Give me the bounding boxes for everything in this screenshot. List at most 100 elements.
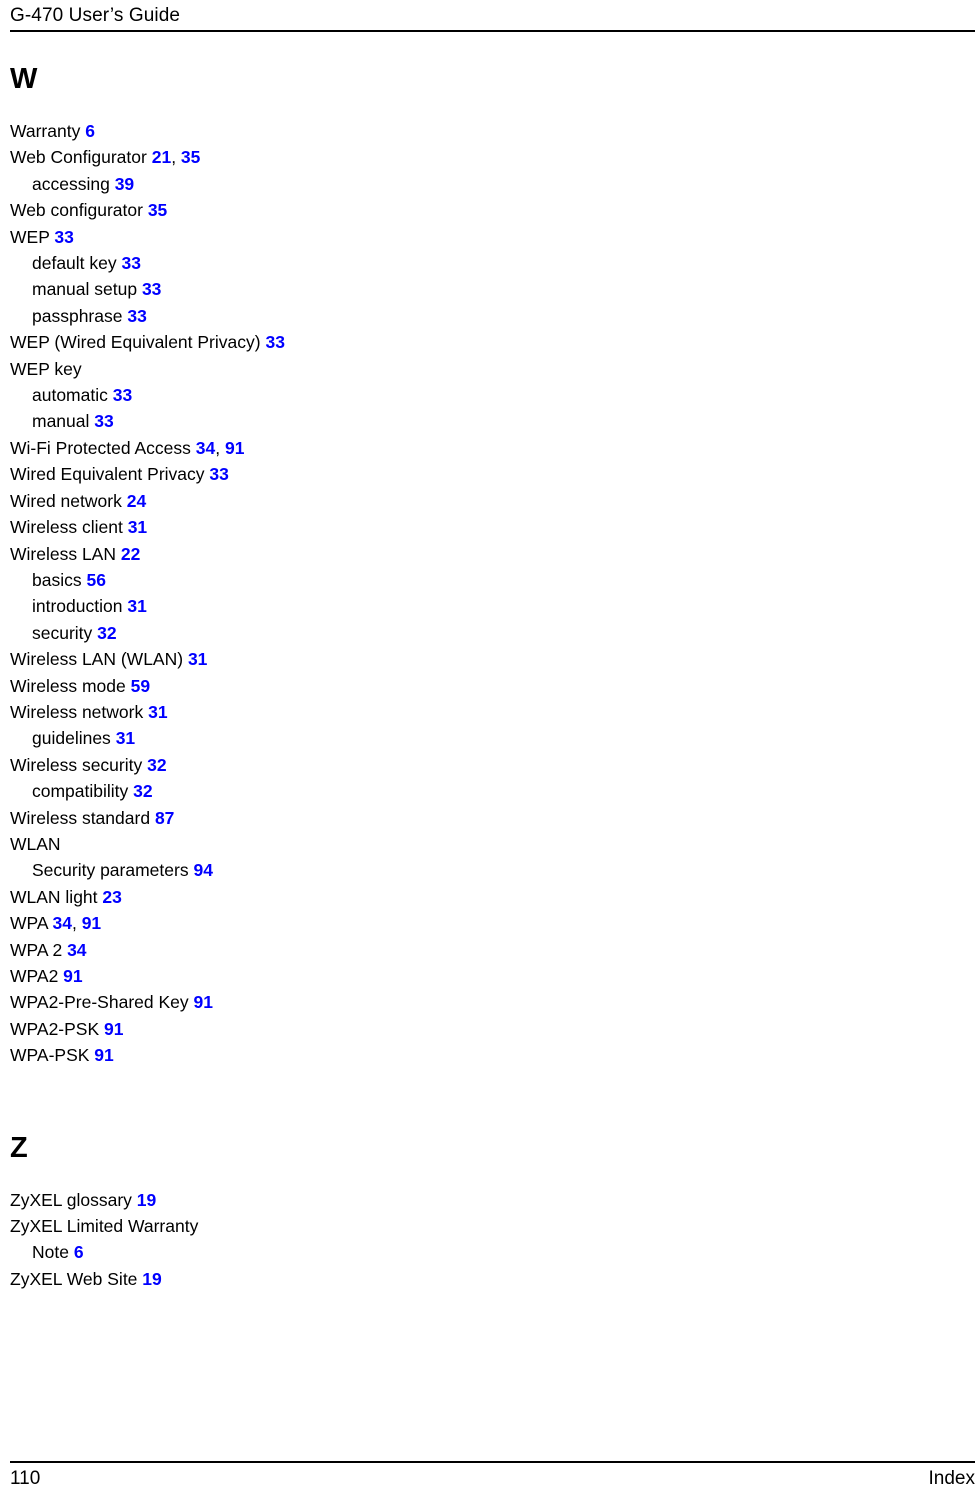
index-page-number[interactable]: 6 bbox=[85, 121, 95, 141]
index-entry-label: Wireless standard bbox=[10, 807, 151, 828]
index-page-number[interactable]: 33 bbox=[113, 385, 132, 405]
index-entry-label: WEP key bbox=[10, 358, 82, 379]
index-page-number[interactable]: 91 bbox=[104, 1019, 123, 1039]
index-entry-label: guidelines bbox=[32, 728, 111, 749]
index-page-number[interactable]: 6 bbox=[74, 1242, 84, 1262]
index-subentry: guidelines 31 bbox=[10, 725, 610, 751]
index-page-number[interactable]: 33 bbox=[54, 227, 73, 247]
index-page-number[interactable]: 91 bbox=[94, 1045, 113, 1065]
index-subentry: manual setup 33 bbox=[10, 276, 610, 302]
page-number-separator: , bbox=[71, 913, 82, 934]
section-letter-heading: W bbox=[10, 63, 38, 95]
index-entry-label: Wireless security bbox=[10, 754, 143, 775]
index-entry: Wired Equivalent Privacy 33 bbox=[10, 461, 610, 487]
index-page-number[interactable]: 33 bbox=[127, 306, 146, 326]
index-entry: Wireless network 31 bbox=[10, 699, 610, 725]
index-entry-label: Wireless LAN bbox=[10, 543, 116, 564]
index-entry: Wi-Fi Protected Access 34, 91 bbox=[10, 435, 610, 461]
index-page-number[interactable]: 91 bbox=[63, 966, 82, 986]
index-page-number[interactable]: 31 bbox=[116, 728, 135, 748]
index-entry: Web configurator 35 bbox=[10, 197, 610, 223]
index-page-number[interactable]: 19 bbox=[142, 1269, 161, 1289]
index-entry: WEP key bbox=[10, 356, 610, 382]
index-subentry: passphrase 33 bbox=[10, 303, 610, 329]
page-number-separator: , bbox=[215, 437, 225, 458]
index-subentry: security 32 bbox=[10, 620, 610, 646]
index-entry-label: Web Configurator bbox=[10, 147, 147, 168]
index-entry-label: WPA 2 bbox=[10, 939, 63, 960]
index-entry-label: WPA-PSK bbox=[10, 1045, 90, 1066]
index-entry: Web Configurator 21, 35 bbox=[10, 144, 610, 170]
index-entry-label: Security parameters bbox=[32, 860, 189, 881]
index-page-number[interactable]: 32 bbox=[133, 781, 152, 801]
index-entry-label: Wireless client bbox=[10, 517, 123, 538]
index-page-number[interactable]: 94 bbox=[193, 860, 212, 880]
index-entry-label: introduction bbox=[32, 596, 123, 617]
index-page-number[interactable]: 33 bbox=[122, 253, 141, 273]
index-page-number[interactable]: 31 bbox=[148, 702, 167, 722]
index-entry: WPA2-PSK 91 bbox=[10, 1016, 610, 1042]
index-entry-label: WLAN bbox=[10, 833, 61, 854]
index-page-number[interactable]: 31 bbox=[128, 517, 147, 537]
index-entry-label: Wired network bbox=[10, 490, 122, 511]
index-page-number[interactable]: 56 bbox=[86, 570, 105, 590]
index-entry: Warranty 6 bbox=[10, 118, 610, 144]
index-page-number[interactable]: 87 bbox=[155, 808, 174, 828]
index-entry-list: ZyXEL glossary 19 ZyXEL Limited Warranty N… bbox=[10, 1187, 610, 1293]
index-entry-label: WPA2 bbox=[10, 966, 59, 986]
index-entry-label: Web configurator bbox=[10, 200, 143, 221]
index-page-number[interactable]: 33 bbox=[94, 411, 113, 431]
index-page-number[interactable]: 33 bbox=[209, 464, 228, 484]
index-subentry: manual 33 bbox=[10, 408, 610, 434]
index-page-number[interactable]: 34 bbox=[196, 438, 215, 458]
index-page-number[interactable]: 31 bbox=[127, 596, 146, 616]
document-title: G-470 User’s Guide bbox=[10, 5, 181, 26]
index-page-number[interactable]: 23 bbox=[102, 887, 121, 907]
index-subentry: basics 56 bbox=[10, 567, 610, 593]
index-page-number[interactable]: 59 bbox=[131, 676, 150, 696]
index-entry: WEP 33 bbox=[10, 224, 610, 250]
index-page-number[interactable]: 91 bbox=[194, 992, 213, 1012]
index-page-number[interactable]: 33 bbox=[265, 332, 284, 352]
page-header: G-470 User’s Guide bbox=[10, 0, 975, 32]
index-page-number[interactable]: 91 bbox=[225, 438, 244, 458]
index-page-number[interactable]: 19 bbox=[137, 1190, 156, 1210]
index-entry-label: Warranty bbox=[10, 121, 81, 141]
index-page-number[interactable]: 91 bbox=[82, 913, 101, 933]
index-page-number[interactable]: 32 bbox=[97, 623, 116, 643]
index-entry: WPA2-Pre-Shared Key 91 bbox=[10, 989, 610, 1015]
index-entry: Wireless LAN 22 bbox=[10, 541, 610, 567]
index-entry: WLAN light 23 bbox=[10, 884, 610, 910]
page-number-separator: , bbox=[171, 147, 181, 168]
footer-section-label: Index bbox=[928, 1468, 975, 1489]
index-entry-label: Note bbox=[32, 1242, 69, 1263]
index-entry: WEP (Wired Equivalent Privacy) 33 bbox=[10, 329, 610, 355]
index-page-number[interactable]: 32 bbox=[147, 755, 166, 775]
index-page-number[interactable]: 33 bbox=[142, 279, 161, 299]
index-entry: Wired network 24 bbox=[10, 488, 610, 514]
index-page-number[interactable]: 35 bbox=[148, 200, 167, 220]
index-page-number[interactable]: 24 bbox=[127, 491, 146, 511]
index-page-number[interactable]: 22 bbox=[121, 544, 140, 564]
index-entry-label: ZyXEL glossary bbox=[10, 1189, 132, 1210]
index-entry-label: ZyXEL Limited Warranty bbox=[10, 1216, 199, 1237]
index-entry-label: Wireless LAN (WLAN) bbox=[10, 649, 184, 670]
index-page-number[interactable]: 39 bbox=[115, 174, 134, 194]
index-page: G-470 User’s Guide W Warranty 6 Web Config… bbox=[0, 0, 978, 1499]
index-page-number[interactable]: 31 bbox=[188, 649, 207, 669]
index-subentry: automatic 33 bbox=[10, 382, 610, 408]
index-page-number[interactable]: 35 bbox=[181, 147, 200, 167]
index-entry: Wireless security 32 bbox=[10, 752, 610, 778]
index-entry: Wireless LAN (WLAN) 31 bbox=[10, 646, 610, 672]
index-page-number[interactable]: 21 bbox=[152, 147, 171, 167]
index-page-number[interactable]: 34 bbox=[52, 913, 71, 933]
index-entry-label: automatic bbox=[32, 385, 108, 406]
index-page-number[interactable]: 34 bbox=[67, 940, 86, 960]
index-entry-label: Wireless network bbox=[10, 701, 144, 722]
index-subentry: default key 33 bbox=[10, 250, 610, 276]
index-entry-label: manual setup bbox=[32, 279, 138, 300]
index-entry-label: WLAN light bbox=[10, 886, 98, 907]
index-subentry: introduction 31 bbox=[10, 593, 610, 619]
index-entry-label: security bbox=[32, 622, 93, 643]
index-entry-label: Wi-Fi Protected Access bbox=[10, 437, 191, 458]
